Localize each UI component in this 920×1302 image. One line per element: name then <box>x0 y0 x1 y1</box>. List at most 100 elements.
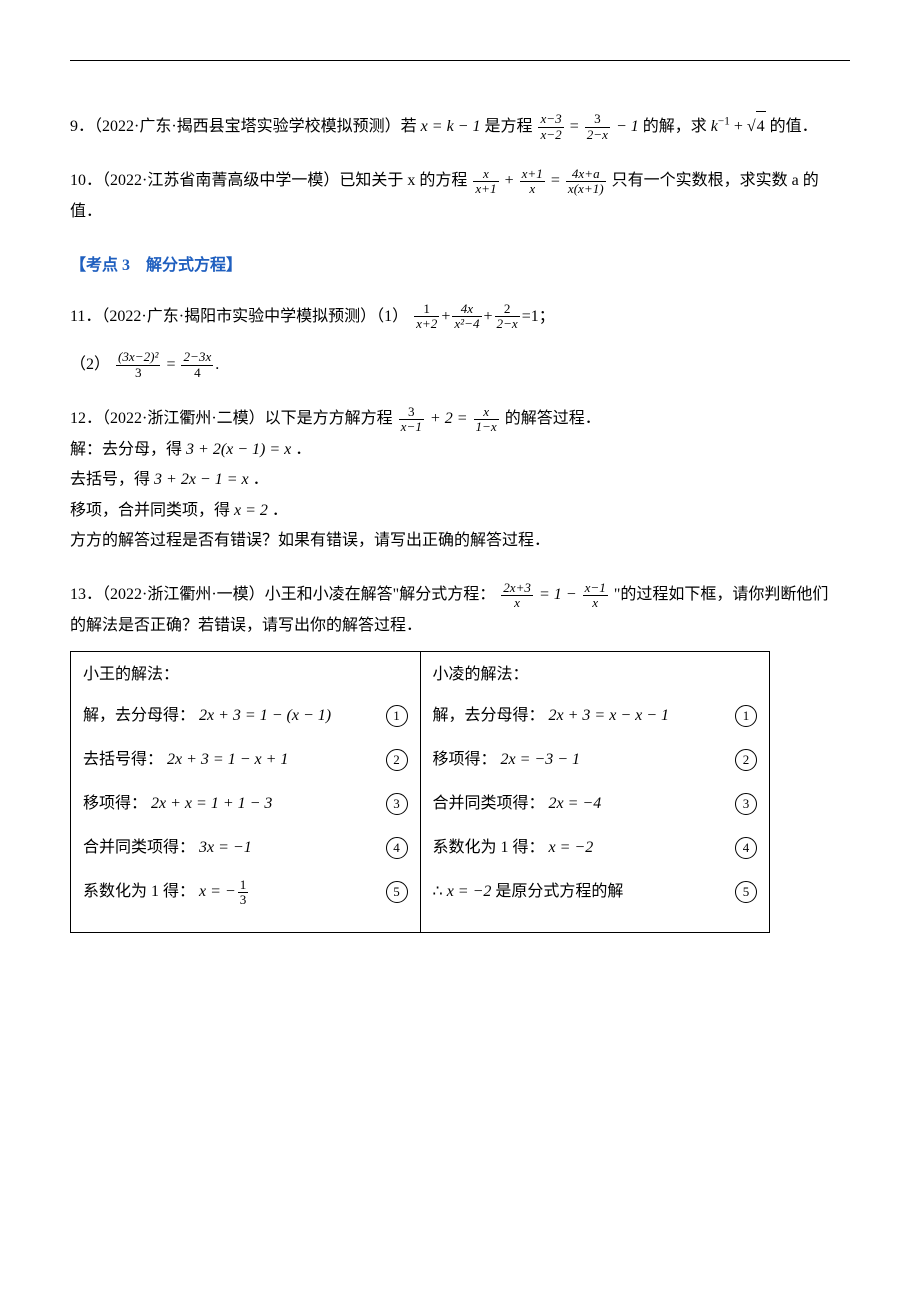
left-step-3: 移项得： 2x + x = 1 + 1 − 3 3 <box>83 786 408 830</box>
right-step-2: 移项得： 2x = −3 − 1 2 <box>433 742 758 786</box>
p11-part2-pre: （2） <box>70 356 110 373</box>
p12-line4: 方方的解答过程是否有错误？如果有错误，请写出正确的解答过程． <box>70 526 850 556</box>
p13-f2n: x−1 <box>583 581 608 596</box>
p12-l2b: 3 + 2x − 1 = x <box>154 471 249 488</box>
p12-after: 的解答过程． <box>505 410 601 427</box>
p10-f1n: x <box>473 167 498 182</box>
left-step-4: 合并同类项得： 3x = −1 4 <box>83 830 408 874</box>
l-s4b: 3x = −1 <box>199 839 252 856</box>
p9-frac1-den: x−2 <box>538 128 563 142</box>
p9-frac2-num: 3 <box>585 112 610 127</box>
p9-k-sup: −1 <box>718 116 730 128</box>
p9-eq1: = <box>570 118 583 135</box>
r-s5pre: ∴ <box>433 883 447 900</box>
section-3-heading: 【考点 3 解分式方程】 <box>70 251 850 281</box>
p11-f1n: 1 <box>414 302 439 317</box>
p13-stem2: 的解法是否正确？若错误，请写出你的解答过程． <box>70 611 850 641</box>
p9-sqrt4: 4 <box>747 111 766 142</box>
p11-f3n: 2 <box>495 302 520 317</box>
p12-prefix: 12．（2022·浙江衢州·二模）以下是方方解方程 <box>70 410 393 427</box>
left-step-2: 去括号得： 2x + 3 = 1 − x + 1 2 <box>83 742 408 786</box>
p10-eq: = <box>551 172 564 189</box>
right-cell: 小凌的解法： 解，去分母得： 2x + 3 = x − x − 1 1 移项得：… <box>420 652 770 933</box>
p12-l1a: 解：去分母，得 <box>70 441 182 458</box>
p11-period: . <box>215 356 219 373</box>
p11-f2d: x²−4 <box>452 317 481 331</box>
l-s5b: x = − 1 3 <box>199 883 250 900</box>
p11-prefix: 11．（2022·广东·揭阳市实验中学模拟预测）（1） <box>70 308 408 325</box>
comparison-table: 小王的解法： 解，去分母得： 2x + 3 = 1 − (x − 1) 1 去括… <box>70 651 770 933</box>
r-s2b: 2x = −3 − 1 <box>501 751 581 768</box>
l-s5a: 系数化为 1 得： <box>83 883 195 900</box>
p11-p2: + <box>484 308 493 325</box>
p13-eq: = 1 − <box>539 586 581 603</box>
p9-frac1: x−3 x−2 <box>536 112 565 142</box>
p11-g1d: 3 <box>116 366 160 380</box>
r-s3a: 合并同类项得： <box>433 795 545 812</box>
right-step-4: 系数化为 1 得： x = −2 4 <box>433 830 758 874</box>
p12-line2: 去括号，得 3 + 2x − 1 = x ． <box>70 465 850 495</box>
l-s5b-num: 1 <box>238 878 249 893</box>
p11-g2n: 2−3x <box>181 350 213 365</box>
p11-eq1: =1； <box>522 308 555 325</box>
p10-frac2: x+1 x <box>518 167 547 197</box>
left-step-1: 解，去分母得： 2x + 3 = 1 − (x − 1) 1 <box>83 698 408 742</box>
p12-l3c: ． <box>272 502 288 519</box>
p12-f1d: x−1 <box>399 420 424 434</box>
l-s2b: 2x + 3 = 1 − x + 1 <box>167 751 288 768</box>
p11-g1: (3x−2)² 3 <box>114 350 162 380</box>
l-s2a: 去括号得： <box>83 751 163 768</box>
p12-l1b: 3 + 2(x − 1) = x <box>186 441 291 458</box>
circled-3-icon: 3 <box>735 793 757 815</box>
l-s3a: 移项得： <box>83 795 147 812</box>
p11-f2n: 4x <box>452 302 481 317</box>
p10-plus: + <box>505 172 518 189</box>
p9-prefix: 9．（2022·广东·揭西县宝塔实验学校模拟预测）若 <box>70 118 417 135</box>
circled-5-icon: 5 <box>735 881 757 903</box>
p10-frac1: x x+1 <box>471 167 500 197</box>
p9-tail1a: − 1 <box>616 118 639 135</box>
circled-1-icon: 1 <box>735 705 757 727</box>
p12-l3a: 移项，合并同类项，得 <box>70 502 230 519</box>
p11-g2: 2−3x 4 <box>179 350 215 380</box>
r-s4b: x = −2 <box>549 839 594 856</box>
p11-frac3: 2 2−x <box>493 302 522 332</box>
p11-frac1: 1 x+2 <box>412 302 441 332</box>
l-s5b-den: 3 <box>238 893 249 907</box>
p10-f3d: x(x+1) <box>566 182 606 196</box>
circled-2-icon: 2 <box>386 749 408 771</box>
r-s3b: 2x = −4 <box>549 795 602 812</box>
p13-stem1: 13．（2022·浙江衢州·一模）小王和小凌在解答"解分式方程： 2x+3 x … <box>70 580 850 610</box>
r-s5mid: x = −2 <box>447 883 492 900</box>
circled-2-icon: 2 <box>735 749 757 771</box>
p10-f3n: 4x+a <box>566 167 606 182</box>
p9-frac2-den: 2−x <box>585 128 610 142</box>
p13-frac1: 2x+3 x <box>499 581 535 611</box>
right-step-1: 解，去分母得： 2x + 3 = x − x − 1 1 <box>433 698 758 742</box>
problem-9: 9．（2022·广东·揭西县宝塔实验学校模拟预测）若 x = k − 1 是方程… <box>70 111 850 142</box>
p12-stem: 12．（2022·浙江衢州·二模）以下是方方解方程 3 x−1 + 2 = x … <box>70 404 850 434</box>
l-s5b-frac: 1 3 <box>236 878 251 908</box>
l-s4a: 合并同类项得： <box>83 839 195 856</box>
problem-10: 10．（2022·江苏省南菁高级中学一模）已知关于 x 的方程 x x+1 + … <box>70 166 850 227</box>
p9-k-base: k <box>711 118 718 135</box>
p11-p1: + <box>441 308 450 325</box>
circled-4-icon: 4 <box>735 837 757 859</box>
circled-4-icon: 4 <box>386 837 408 859</box>
p10-f1d: x+1 <box>473 182 498 196</box>
r-s4a: 系数化为 1 得： <box>433 839 545 856</box>
problem-11: 11．（2022·广东·揭阳市实验中学模拟预测）（1） 1 x+2 + 4x x… <box>70 302 850 381</box>
p9-frac2: 3 2−x <box>583 112 612 142</box>
p12-f1n: 3 <box>399 405 424 420</box>
p12-f2n: x <box>474 405 499 420</box>
right-step-3: 合并同类项得： 2x = −4 3 <box>433 786 758 830</box>
circled-3-icon: 3 <box>386 793 408 815</box>
left-cell: 小王的解法： 解，去分母得： 2x + 3 = 1 − (x − 1) 1 去括… <box>71 652 421 933</box>
p9-tail: 的值． <box>770 118 818 135</box>
top-rule <box>70 60 850 61</box>
p12-l3b: x = 2 <box>234 502 268 519</box>
p12-line1: 解：去分母，得 3 + 2(x − 1) = x ． <box>70 435 850 465</box>
p11-g2d: 4 <box>181 366 213 380</box>
r-s1b: 2x + 3 = x − x − 1 <box>549 707 670 724</box>
p9-expr1: x = k − 1 <box>421 118 481 135</box>
